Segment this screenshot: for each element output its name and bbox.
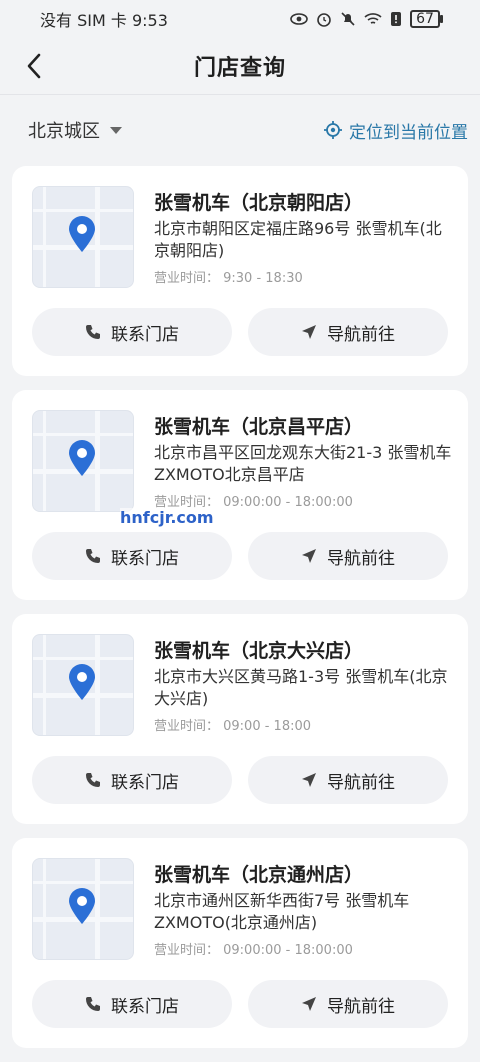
navigate-label: 导航前往 [327,996,395,1017]
store-address: 北京市朝阳区定福庄路96号 张雪机车(北京朝阳店) [154,219,442,260]
store-map-thumbnail [32,858,134,960]
location-bar: 北京城区 定位到当前位置 [0,96,480,164]
store-hours: 营业时间： 09:00 - 18:00 [154,719,312,734]
back-button[interactable] [16,48,52,84]
city-label: 北京城区 [28,121,100,142]
eye-icon [290,13,308,25]
store-map-thumbnail [32,634,134,736]
status-bar: 没有 SIM 卡 9:53 67 [0,0,480,38]
alert-icon [390,11,402,27]
chevron-left-icon [27,53,41,79]
navigation-arrow-icon [302,997,316,1011]
contact-store-label: 联系门店 [111,996,179,1017]
phone-icon [86,773,100,787]
locate-label: 定位到当前位置 [349,122,468,143]
store-hours: 营业时间： 9:30 - 18:30 [154,271,303,286]
store-address: 北京市大兴区黄马路1-3号 张雪机车(北京大兴店) [154,667,448,708]
store-map-thumbnail [32,410,134,512]
phone-icon [86,325,100,339]
map-pin-icon [69,216,95,252]
contact-store-button[interactable]: 联系门店 [32,980,232,1028]
contact-store-button[interactable]: 联系门店 [32,308,232,356]
contact-store-label: 联系门店 [111,324,179,345]
navigate-label: 导航前往 [327,772,395,793]
map-pin-icon [69,888,95,924]
store-name: 张雪机车（北京大兴店） [154,640,364,662]
city-select[interactable]: 北京城区 [28,117,122,143]
map-pin-icon [69,664,95,700]
status-carrier-time: 没有 SIM 卡 9:53 [40,11,168,30]
store-name: 张雪机车（北京通州店） [154,864,364,886]
store-name: 张雪机车（北京朝阳店） [154,192,364,214]
page-title: 门店查询 [193,56,286,81]
navigation-arrow-icon [302,773,316,787]
wifi-icon [364,12,382,26]
store-name: 张雪机车（北京昌平店） [154,416,364,438]
battery-icon: 67 [410,10,443,28]
contact-store-button[interactable]: 联系门店 [32,532,232,580]
store-card[interactable]: 张雪机车（北京通州店） 北京市通州区新华西街7号 张雪机车ZXMOTO(北京通州… [12,838,468,1048]
store-card[interactable]: 张雪机车（北京昌平店） 北京市昌平区回龙观东大街21-3 张雪机车ZXMOTO北… [12,390,468,600]
status-icons: 67 [290,10,443,28]
store-list: 张雪机车（北京朝阳店） 北京市朝阳区定福庄路96号 张雪机车(北京朝阳店) 营业… [12,166,468,1062]
contact-store-label: 联系门店 [111,548,179,569]
navigate-button[interactable]: 导航前往 [248,532,448,580]
store-address: 北京市通州区新华西街7号 张雪机车ZXMOTO(北京通州店) [154,891,410,932]
navigate-button[interactable]: 导航前往 [248,756,448,804]
navigate-button[interactable]: 导航前往 [248,308,448,356]
alarm-icon [316,11,332,27]
store-map-thumbnail [32,186,134,288]
mute-icon [340,11,356,27]
map-pin-icon [69,440,95,476]
crosshair-icon [324,121,342,139]
store-card[interactable]: 张雪机车（北京朝阳店） 北京市朝阳区定福庄路96号 张雪机车(北京朝阳店) 营业… [12,166,468,376]
navigate-label: 导航前往 [327,548,395,569]
navigation-arrow-icon [302,549,316,563]
phone-icon [86,997,100,1011]
watermark: hnfcjr.com [120,508,214,527]
caret-down-icon [110,126,122,134]
store-hours: 营业时间： 09:00:00 - 18:00:00 [154,943,353,958]
navigate-label: 导航前往 [327,324,395,345]
contact-store-button[interactable]: 联系门店 [32,756,232,804]
contact-store-label: 联系门店 [111,772,179,793]
store-card[interactable]: 张雪机车（北京大兴店） 北京市大兴区黄马路1-3号 张雪机车(北京大兴店) 营业… [12,614,468,824]
phone-icon [86,549,100,563]
navigate-button[interactable]: 导航前往 [248,980,448,1028]
store-address: 北京市昌平区回龙观东大街21-3 张雪机车ZXMOTO北京昌平店 [154,443,452,484]
navigation-arrow-icon [302,325,316,339]
locate-current-position-button[interactable]: 定位到当前位置 [323,118,468,143]
header: 门店查询 [0,38,480,95]
